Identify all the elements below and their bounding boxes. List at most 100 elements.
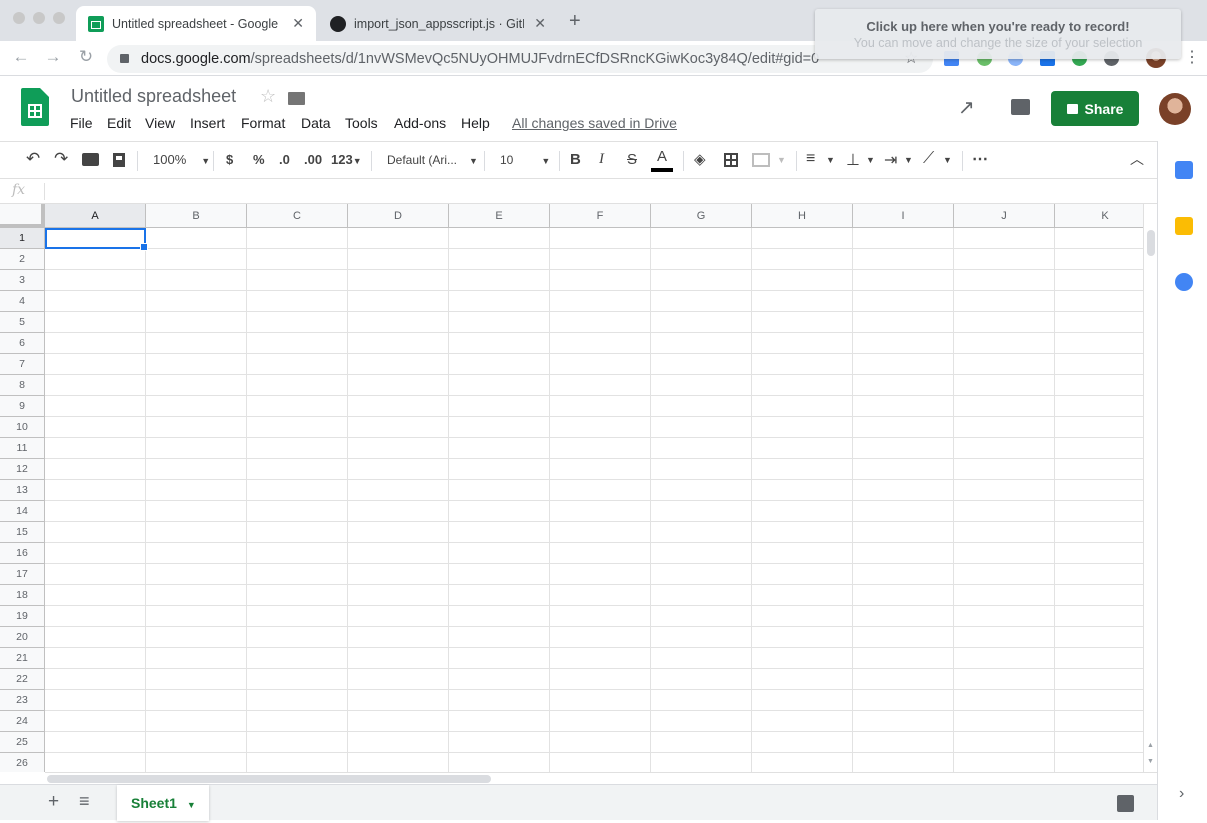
row-header[interactable]: 16 [0, 543, 45, 564]
forward-icon[interactable]: → [41, 47, 65, 67]
menu-format[interactable]: Format [241, 115, 285, 131]
row-header[interactable]: 13 [0, 480, 45, 501]
comments-icon[interactable] [1011, 99, 1030, 115]
text-rotation-icon[interactable]: ⟋ [923, 150, 934, 168]
row-header[interactable]: 4 [0, 291, 45, 312]
font-size-select[interactable]: 10 ▼ [500, 153, 550, 167]
font-family-select[interactable]: Default (Ari... ▼ [387, 153, 478, 167]
row-header[interactable]: 6 [0, 333, 45, 354]
borders-icon[interactable] [724, 153, 738, 167]
add-sheet-button[interactable]: + [48, 791, 59, 813]
bold-button[interactable]: B [570, 151, 581, 168]
row-header[interactable]: 2 [0, 249, 45, 270]
zoom-select[interactable]: 100% ▼ [153, 152, 210, 167]
row-header[interactable]: 19 [0, 606, 45, 627]
back-icon[interactable]: ← [9, 47, 33, 67]
column-header[interactable]: G [651, 204, 752, 228]
print-icon[interactable] [82, 153, 99, 166]
undo-icon[interactable]: ↶ [26, 149, 40, 169]
keep-icon[interactable] [1175, 217, 1193, 235]
row-header[interactable]: 26 [0, 753, 45, 772]
strikethrough-button[interactable]: S [627, 151, 637, 168]
window-zoom-button[interactable] [53, 12, 65, 24]
horizontal-align-icon[interactable]: ≡ [806, 150, 815, 168]
explore-icon[interactable] [1117, 795, 1134, 812]
more-options-button[interactable]: ⋯ [972, 149, 988, 169]
calendar-icon[interactable] [1175, 161, 1193, 179]
account-avatar[interactable] [1159, 93, 1191, 125]
row-header[interactable]: 18 [0, 585, 45, 606]
vertical-align-icon[interactable]: ⊥ [846, 150, 860, 170]
column-header[interactable]: C [247, 204, 348, 228]
select-all-corner[interactable] [0, 204, 45, 228]
column-header[interactable]: E [449, 204, 550, 228]
tasks-icon[interactable] [1175, 273, 1193, 291]
close-tab-icon[interactable]: ✕ [534, 15, 546, 32]
row-header[interactable]: 1 [0, 228, 45, 249]
all-sheets-button[interactable]: ≡ [79, 791, 90, 812]
format-percent-button[interactable]: % [253, 152, 265, 167]
sheets-logo-icon[interactable] [21, 88, 49, 126]
window-close-button[interactable] [13, 12, 25, 24]
text-wrapping-icon[interactable]: ⇥ [884, 150, 897, 170]
new-tab-button[interactable]: + [569, 10, 581, 33]
menu-edit[interactable]: Edit [107, 115, 131, 131]
italic-button[interactable]: I [599, 151, 604, 168]
url-field[interactable]: docs.google.com/spreadsheets/d/1nvWSMevQ… [107, 45, 933, 73]
share-button[interactable]: Share [1051, 91, 1139, 126]
horizontal-scrollbar-thumb[interactable] [47, 775, 491, 783]
menu-tools[interactable]: Tools [345, 115, 378, 131]
scroll-up-icon[interactable]: ▲ [1147, 742, 1154, 749]
menu-help[interactable]: Help [461, 115, 490, 131]
close-tab-icon[interactable]: ✕ [292, 15, 304, 32]
row-header[interactable]: 5 [0, 312, 45, 333]
formula-input[interactable] [52, 183, 1142, 200]
redo-icon[interactable]: ↷ [54, 149, 68, 169]
menu-addons[interactable]: Add-ons [394, 115, 446, 131]
more-formats-button[interactable]: 123▼ [331, 152, 362, 167]
horizontal-scrollbar[interactable] [45, 772, 1157, 784]
row-header[interactable]: 11 [0, 438, 45, 459]
row-header[interactable]: 23 [0, 690, 45, 711]
row-header[interactable]: 10 [0, 417, 45, 438]
decrease-decimal-button[interactable]: .0 [279, 152, 290, 167]
row-header[interactable]: 22 [0, 669, 45, 690]
vertical-scrollbar[interactable]: ▲ ▼ [1143, 204, 1157, 772]
paint-format-icon[interactable] [113, 153, 125, 167]
menu-file[interactable]: File [70, 115, 93, 131]
format-currency-button[interactable]: $ [226, 152, 233, 167]
folder-icon[interactable] [288, 92, 305, 105]
increase-decimal-button[interactable]: .00 [304, 152, 322, 167]
merge-cells-icon[interactable] [752, 153, 770, 167]
row-header[interactable]: 25 [0, 732, 45, 753]
star-icon[interactable]: ☆ [260, 86, 276, 107]
browser-tab-sheets[interactable]: Untitled spreadsheet - Google Sheets ✕ [76, 6, 316, 41]
column-header[interactable]: J [954, 204, 1055, 228]
expand-panel-icon[interactable]: › [1179, 785, 1184, 803]
scroll-down-icon[interactable]: ▼ [1147, 758, 1154, 765]
column-header[interactable]: A [45, 204, 146, 228]
menu-data[interactable]: Data [301, 115, 331, 131]
row-header[interactable]: 17 [0, 564, 45, 585]
reload-icon[interactable]: ↻ [74, 47, 98, 67]
text-color-button[interactable]: A [651, 148, 673, 172]
save-status-link[interactable]: All changes saved in Drive [512, 115, 677, 131]
collapse-menus-icon[interactable]: ︿ [1130, 149, 1144, 169]
sheet-tab[interactable]: Sheet1 ▼ [117, 785, 209, 821]
fill-color-icon[interactable]: ◈ [694, 150, 706, 168]
row-header[interactable]: 21 [0, 648, 45, 669]
row-header[interactable]: 8 [0, 375, 45, 396]
browser-tab-github[interactable]: import_json_appsscript.js · GitHub ✕ [318, 6, 558, 41]
column-header[interactable]: K [1055, 204, 1143, 228]
row-header[interactable]: 3 [0, 270, 45, 291]
row-header[interactable]: 14 [0, 501, 45, 522]
row-header[interactable]: 12 [0, 459, 45, 480]
column-header[interactable]: B [146, 204, 247, 228]
row-header[interactable]: 9 [0, 396, 45, 417]
column-header[interactable]: D [348, 204, 449, 228]
row-header[interactable]: 24 [0, 711, 45, 732]
document-title[interactable]: Untitled spreadsheet [71, 86, 236, 107]
browser-menu-icon[interactable]: ⋮ [1184, 47, 1200, 67]
column-header[interactable]: I [853, 204, 954, 228]
window-minimize-button[interactable] [33, 12, 45, 24]
